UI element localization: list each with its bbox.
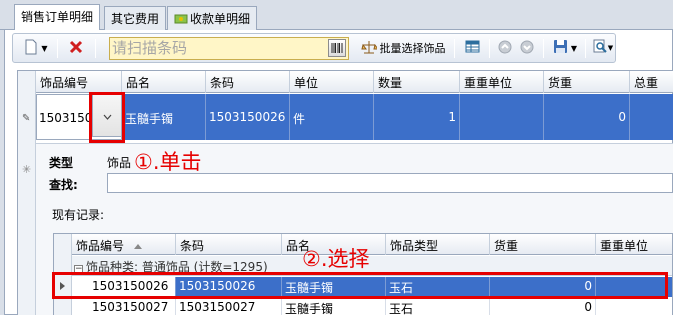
new-row-star-icon: ✳ [22, 163, 32, 176]
quantity-cell[interactable]: 1 [374, 94, 460, 140]
grid-header: 饰品编号 品名 条码 单位 数量 重重单位 货重 总重 [18, 71, 673, 93]
close-icon [69, 40, 83, 57]
weight-cell[interactable]: 0 [490, 298, 596, 315]
code-cell[interactable]: 1503150027 [72, 298, 176, 315]
save-icon [553, 39, 568, 57]
delete-button[interactable] [65, 37, 87, 59]
find-input[interactable] [107, 173, 673, 193]
name-cell[interactable]: 玉髓手镯 [122, 94, 206, 140]
row-indicator-column [18, 71, 36, 315]
toolbar: ▼ 批量选择饰品 ▼ ▼ [12, 33, 616, 63]
tab-label: 收款单明细 [190, 12, 251, 26]
scale-icon [360, 39, 379, 58]
toolbar-separator [57, 39, 58, 58]
move-up-button[interactable] [495, 37, 515, 59]
batch-select-label: 批量选择饰品 [379, 42, 446, 55]
toolbar-separator [489, 39, 490, 58]
magnifier-icon [593, 39, 607, 57]
preview-dropdown-button[interactable]: ▼ [591, 37, 615, 59]
toolbar-separator [95, 39, 96, 58]
highlight-box-select [52, 272, 668, 299]
toolbar-separator [585, 39, 586, 58]
total-cell[interactable] [630, 94, 673, 140]
arrow-down-icon [520, 40, 534, 57]
chevron-down-icon: ▼ [570, 43, 578, 53]
save-dropdown-button[interactable]: ▼ [549, 37, 581, 59]
table-row[interactable]: 1503150... 玉髓手镯 1503150026 件 1 0 [36, 94, 673, 140]
chevron-down-icon: ▼ [607, 44, 614, 52]
edit-pencil-icon: ✎ [22, 113, 31, 124]
arrow-up-icon [498, 40, 512, 57]
column-header-total[interactable]: 总重 [630, 71, 673, 93]
sort-ascending-icon [134, 244, 143, 249]
column-header-weight-unit[interactable]: 重重单位 [460, 71, 544, 93]
type-label: 类型 [49, 156, 74, 170]
annotation-select: ②.选择 [302, 247, 370, 271]
tab-sales-order-detail[interactable]: 销售订单明细 [14, 4, 101, 31]
weight-unit-cell[interactable] [596, 298, 672, 315]
money-icon [174, 12, 188, 24]
unit-cell[interactable]: 件 [290, 94, 374, 140]
barcode-scan-input[interactable] [110, 38, 320, 58]
table-icon [465, 39, 480, 57]
column-header-label: 饰品编号 [76, 239, 125, 253]
chevron-down-icon: ▼ [41, 43, 48, 53]
tab-label: 销售订单明细 [21, 10, 94, 24]
tab-bar: 销售订单明细 其它费用 收款单明细 [0, 0, 673, 31]
barcode-icon[interactable] [328, 39, 346, 57]
barcode-cell[interactable]: 1503150027 [176, 298, 282, 315]
barcode-cell[interactable]: 1503150026 [206, 94, 290, 140]
column-header-code[interactable]: 饰品编号 [36, 71, 122, 93]
table-button[interactable] [461, 37, 483, 59]
highlight-box-click [89, 92, 125, 143]
barcode-scan-field[interactable] [109, 37, 349, 60]
table-row[interactable]: 1503150027 1503150027 玉髓手镯 玉石 0 [72, 298, 672, 315]
column-header-barcode[interactable]: 条码 [206, 71, 290, 93]
column-header-type[interactable]: 饰品类型 [386, 234, 490, 255]
tab-other-fees[interactable]: 其它费用 [104, 6, 167, 30]
column-header-weight-unit[interactable]: 重重单位 [596, 234, 672, 255]
weight-unit-cell[interactable] [460, 94, 544, 140]
records-label: 现有记录: [52, 208, 105, 222]
annotation-click: ①.单击 [134, 150, 202, 174]
tab-label: 其它费用 [111, 12, 160, 26]
type-value: 饰品 [107, 156, 132, 170]
tab-receipt-detail[interactable]: 收款单明细 [167, 6, 258, 30]
column-header-weight[interactable]: 货重 [544, 71, 630, 93]
move-down-button[interactable] [517, 37, 537, 59]
type-cell[interactable]: 玉石 [386, 298, 490, 315]
weight-cell[interactable]: 0 [544, 94, 630, 140]
new-document-icon [24, 39, 38, 58]
new-dropdown-button[interactable]: ▼ [21, 37, 51, 59]
column-header-quantity[interactable]: 数量 [374, 71, 460, 93]
column-header-name[interactable]: 品名 [122, 71, 206, 93]
toolbar-separator [543, 39, 544, 58]
column-header-unit[interactable]: 单位 [290, 71, 374, 93]
column-header-weight[interactable]: 货重 [490, 234, 596, 255]
column-header-code[interactable]: 饰品编号 [72, 234, 176, 255]
toolbar-separator [454, 39, 455, 58]
find-label: 查找: [49, 178, 78, 192]
name-cell[interactable]: 玉髓手镯 [282, 298, 386, 315]
batch-select-button[interactable]: 批量选择饰品 [357, 37, 449, 59]
column-header-barcode[interactable]: 条码 [176, 234, 282, 255]
